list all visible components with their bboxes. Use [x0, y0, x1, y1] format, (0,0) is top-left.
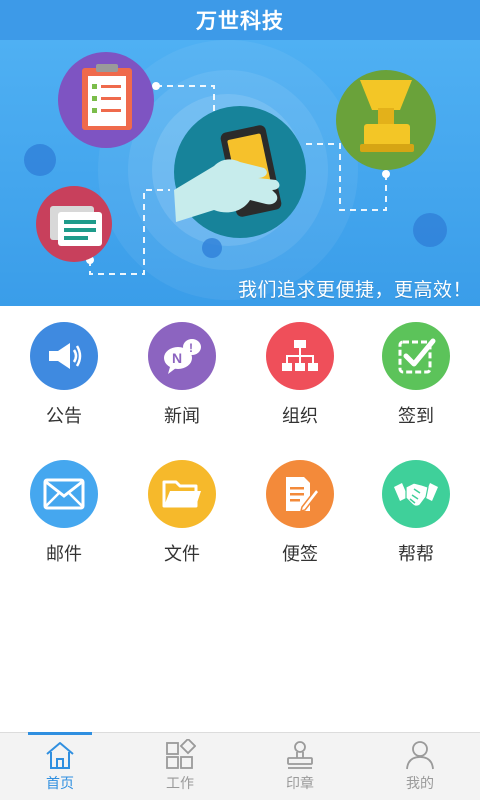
tab-home[interactable]: 首页 — [0, 732, 120, 800]
banner[interactable]: 我们追求更便捷，更高效！ — [0, 40, 480, 306]
home-icon — [46, 742, 74, 769]
mail-icon — [30, 460, 98, 528]
tab-profile[interactable]: 我的 — [360, 733, 480, 800]
menu-item-announcement[interactable]: 公告 — [4, 306, 124, 436]
tab-label-stamp: 印章 — [286, 776, 314, 792]
bottom-tab-bar: 首页 工作 印章 我的 — [0, 732, 480, 800]
menu-label-news: 新闻 — [164, 406, 200, 427]
menu-label-notes: 便签 — [282, 544, 318, 565]
menu-label-mail: 邮件 — [46, 544, 82, 565]
svg-text:N: N — [172, 350, 182, 366]
tab-work[interactable]: 工作 — [120, 733, 240, 800]
tab-label-home: 首页 — [46, 776, 74, 792]
stamp-icon — [287, 741, 313, 769]
tab-stamp[interactable]: 印章 — [240, 733, 360, 800]
megaphone-icon — [30, 322, 98, 390]
user-icon — [406, 741, 434, 770]
menu-item-news[interactable]: N ! 新闻 — [122, 306, 242, 436]
banner-slogan: 我们追求更便捷，更高效！ — [237, 279, 472, 301]
app-title-bar: 万世科技 — [0, 0, 480, 40]
svg-text:!: ! — [189, 341, 193, 355]
menu-item-checkin[interactable]: 签到 — [356, 306, 476, 436]
menu-item-help[interactable]: 帮帮 — [356, 444, 476, 574]
folder-icon — [148, 460, 216, 528]
menu-label-files: 文件 — [164, 544, 200, 565]
menu-item-mail[interactable]: 邮件 — [4, 444, 124, 574]
work-grid-icon — [166, 739, 196, 769]
phone-in-hand-icon — [174, 106, 306, 238]
menu-label-checkin: 签到 — [398, 406, 434, 427]
checkin-icon — [382, 322, 450, 390]
news-bubble-icon: N ! — [148, 322, 216, 390]
clipboard-icon — [58, 52, 154, 148]
menu-label-announcement: 公告 — [46, 406, 82, 427]
menu-item-organization[interactable]: 组织 — [240, 306, 360, 436]
org-chart-icon — [266, 322, 334, 390]
tab-label-profile: 我的 — [406, 776, 434, 792]
menu-label-help: 帮帮 — [398, 544, 434, 565]
handshake-icon — [382, 460, 450, 528]
menu-label-organization: 组织 — [282, 406, 318, 427]
menu-item-notes[interactable]: 便签 — [240, 444, 360, 574]
menu-item-files[interactable]: 文件 — [122, 444, 242, 574]
chat-bubble-icon — [36, 186, 112, 262]
banner-illustration — [24, 40, 447, 300]
note-pencil-icon — [266, 460, 334, 528]
seal-stamp-icon — [336, 70, 436, 170]
app-title: 万世科技 — [196, 9, 284, 33]
tab-label-work: 工作 — [166, 776, 194, 792]
